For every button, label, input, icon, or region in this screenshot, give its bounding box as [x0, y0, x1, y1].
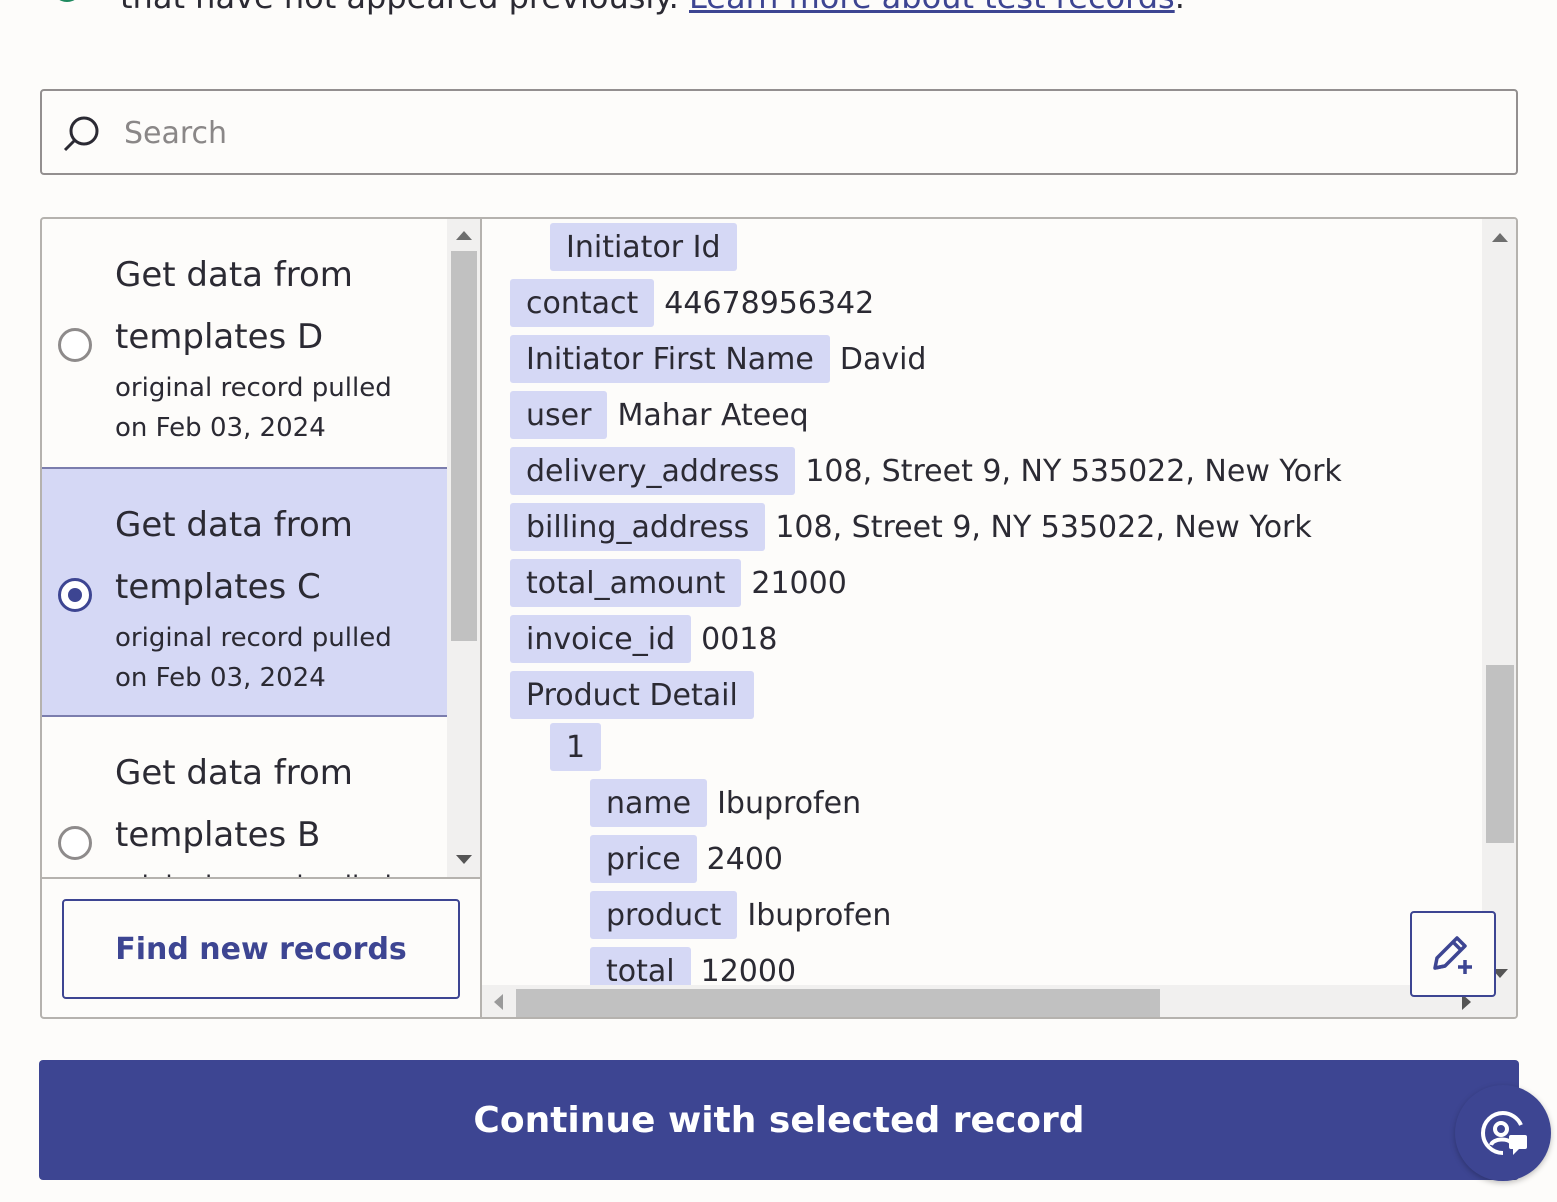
field-row: billing_address 108, Street 9, NY 535022… [510, 503, 1312, 551]
continue-with-selected-record-button[interactable]: Continue with selected record [39, 1060, 1519, 1180]
record-title-line1: Get data from [115, 255, 353, 295]
scroll-up-icon[interactable] [456, 231, 472, 240]
detail-vertical-scrollbar[interactable] [1482, 219, 1516, 985]
record-subtitle-line2: on Feb 03, 2024 [115, 413, 326, 443]
field-key: total_amount [510, 559, 742, 607]
field-value: Ibuprofen [717, 785, 862, 821]
field-value: 108, Street 9, NY 535022, New York [805, 453, 1342, 489]
record-subtitle-line1: original record pulled [115, 623, 392, 653]
record-subtitle-line1: original record pulled [115, 866, 392, 877]
intro-trailing: . [1175, 0, 1185, 16]
detail-horizontal-scrollbar[interactable] [482, 985, 1482, 1017]
record-item[interactable]: Get data from templates B original recor… [42, 717, 447, 877]
record-subtitle-line2: on Feb 03, 2024 [115, 663, 326, 693]
field-key: Initiator Id [550, 223, 737, 271]
field-value: 2400 [706, 841, 784, 877]
field-row: Product Detail [510, 671, 754, 719]
record-title-line2: templates C [115, 567, 321, 607]
scroll-thumb[interactable] [451, 251, 477, 641]
field-row: product Ibuprofen [590, 891, 891, 939]
field-row: 1 [550, 723, 602, 771]
field-row: user Mahar Ateeq [510, 391, 809, 439]
record-radio[interactable] [58, 328, 92, 362]
record-title-line1: Get data from [115, 753, 353, 793]
field-value: 108, Street 9, NY 535022, New York [775, 509, 1312, 545]
scroll-thumb[interactable] [516, 989, 1160, 1017]
field-row: Initiator Id [550, 223, 737, 271]
scroll-up-icon[interactable] [1492, 233, 1508, 242]
field-value: 21000 [751, 565, 847, 601]
check-icon [52, 0, 82, 2]
field-key: Product Detail [510, 671, 754, 719]
field-row: invoice_id 0018 [510, 615, 777, 663]
field-value: 44678956342 [664, 285, 875, 321]
field-key: product [590, 891, 738, 939]
edit-add-icon [1433, 936, 1472, 974]
find-records-area: Find new records [42, 877, 480, 1017]
field-value: 12000 [700, 953, 797, 986]
field-row: total 12000 [590, 947, 796, 985]
help-chat-button[interactable] [1455, 1085, 1551, 1181]
help-chat-icon [1481, 1111, 1527, 1155]
field-row: total_amount 21000 [510, 559, 847, 607]
record-title-line2: templates D [115, 317, 324, 357]
field-row: delivery_address 108, Street 9, NY 53502… [510, 447, 1342, 495]
search-box [40, 89, 1518, 175]
edit-record-button[interactable] [1410, 911, 1496, 997]
record-detail-pane: Initiator Id contact 44678956342 Initiat… [482, 219, 1516, 1017]
record-radio-selected[interactable] [58, 578, 92, 612]
field-key: 1 [550, 723, 602, 771]
record-list[interactable]: Get data from templates D original recor… [42, 219, 447, 877]
field-key: delivery_address [510, 447, 796, 495]
field-key: invoice_id [510, 615, 692, 663]
field-value: Ibuprofen [747, 897, 892, 933]
field-key: Initiator First Name [510, 335, 830, 383]
scroll-thumb[interactable] [1486, 665, 1514, 843]
record-list-pane: Get data from templates D original recor… [42, 219, 482, 1017]
field-key: price [590, 835, 697, 883]
scroll-left-icon[interactable] [494, 994, 503, 1010]
intro-text: that have not appeared previously. Learn… [120, 0, 1185, 16]
search-icon [63, 116, 99, 152]
field-row: price 2400 [590, 835, 783, 883]
intro-text-body: that have not appeared previously. [120, 0, 679, 16]
field-row: contact 44678956342 [510, 279, 874, 327]
search-input[interactable] [122, 105, 1486, 161]
record-subtitle-line1: original record pulled [115, 373, 392, 403]
record-panel: Get data from templates D original recor… [40, 217, 1518, 1019]
record-radio[interactable] [58, 826, 92, 860]
field-key: user [510, 391, 608, 439]
record-title-line2: templates B [115, 815, 321, 855]
field-value: David [839, 341, 927, 377]
field-value: Mahar Ateeq [617, 397, 809, 433]
field-row: Initiator First Name David [510, 335, 926, 383]
scroll-down-icon[interactable] [456, 855, 472, 864]
record-title-line1: Get data from [115, 505, 353, 545]
record-list-scrollbar[interactable] [447, 219, 480, 877]
field-key: billing_address [510, 503, 766, 551]
record-item[interactable]: Get data from templates D original recor… [42, 219, 447, 469]
find-new-records-button[interactable]: Find new records [62, 899, 460, 999]
field-key: total [590, 947, 691, 985]
field-list: Initiator Id contact 44678956342 Initiat… [482, 219, 1482, 985]
record-item-selected[interactable]: Get data from templates C original recor… [42, 467, 447, 717]
field-value: 0018 [701, 621, 778, 657]
field-key: name [590, 779, 708, 827]
field-key: contact [510, 279, 655, 327]
learn-more-link[interactable]: Learn more about test records [689, 0, 1175, 16]
field-row: name Ibuprofen [590, 779, 861, 827]
